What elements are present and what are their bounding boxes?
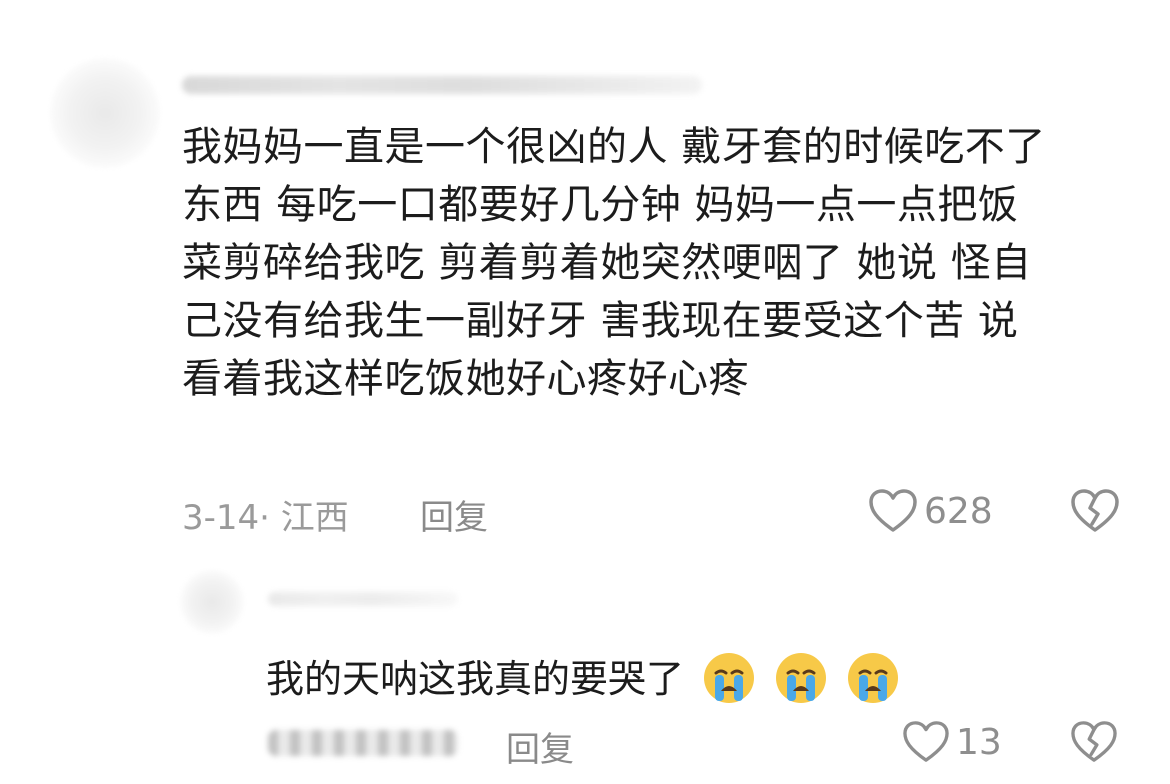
comment-line: 己没有给我生一副好牙 害我现在要受这个苦 说: [182, 298, 1019, 344]
like-count: 628: [924, 490, 993, 532]
username-blurred[interactable]: [182, 76, 702, 94]
comment-line: 东西 每吃一口都要好几分钟 妈妈一点一点把饭: [182, 182, 1019, 228]
avatar[interactable]: [50, 58, 160, 168]
dislike-button[interactable]: [1070, 488, 1120, 538]
loudly-crying-face-icon: [776, 652, 827, 703]
comment-line: 我妈妈一直是一个很凶的人 戴牙套的时候吃不了: [182, 124, 1046, 170]
username-blurred[interactable]: [268, 592, 458, 606]
comment-line: 看着我这样吃饭她好心疼好心疼: [182, 356, 749, 402]
like-button[interactable]: 628: [868, 488, 993, 534]
comment-line: 菜剪碎给我吃 剪着剪着她突然哽咽了 她说 怪自: [182, 240, 1032, 286]
comment-text: 我的天呐这我真的要哭了: [266, 648, 900, 709]
reply-button[interactable]: 回复: [506, 722, 574, 771]
loudly-crying-face-icon: [848, 652, 899, 703]
comment-text: 我妈妈一直是一个很凶的人 戴牙套的时候吃不了 东西 每吃一口都要好几分钟 妈妈一…: [182, 118, 1046, 408]
heart-icon: [903, 721, 949, 762]
heart-icon: [869, 489, 917, 532]
dislike-button[interactable]: [1070, 720, 1118, 768]
reply-button[interactable]: 回复: [420, 490, 488, 539]
comment-text-content: 我的天呐这我真的要哭了: [266, 657, 685, 701]
broken-heart-icon: [1071, 721, 1117, 762]
comment-date-location: 3-14· 江西: [182, 498, 349, 538]
avatar[interactable]: [180, 570, 244, 634]
broken-heart-icon: [1071, 489, 1119, 532]
like-button[interactable]: 13: [902, 720, 1002, 764]
like-count: 13: [956, 721, 1002, 763]
comment-date-location-blurred: [268, 730, 458, 756]
loudly-crying-face-icon: [704, 652, 755, 703]
